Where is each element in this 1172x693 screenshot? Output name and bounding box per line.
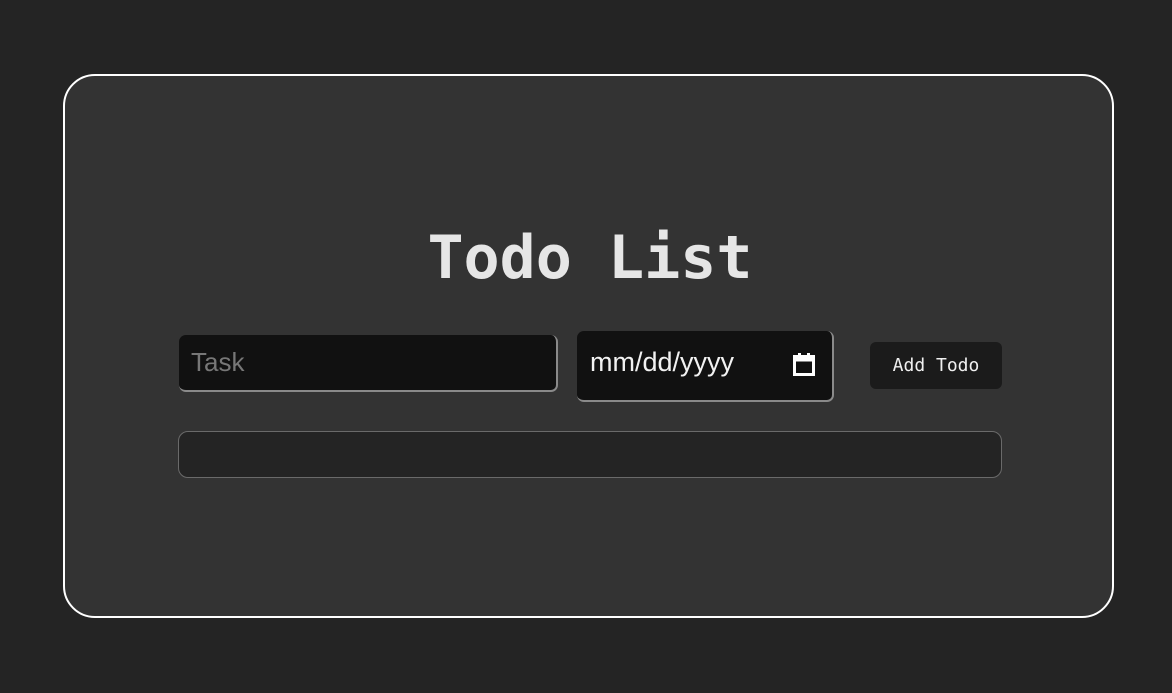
todo-list: [178, 431, 1002, 478]
page-title: Todo List: [427, 223, 753, 293]
date-input[interactable]: mm/dd/yyyy: [577, 331, 834, 402]
date-placeholder: mm/dd/yyyy: [590, 347, 735, 377]
task-input[interactable]: [179, 335, 558, 392]
add-todo-button[interactable]: Add Todo: [870, 342, 1002, 389]
calendar-icon[interactable]: [793, 352, 815, 376]
